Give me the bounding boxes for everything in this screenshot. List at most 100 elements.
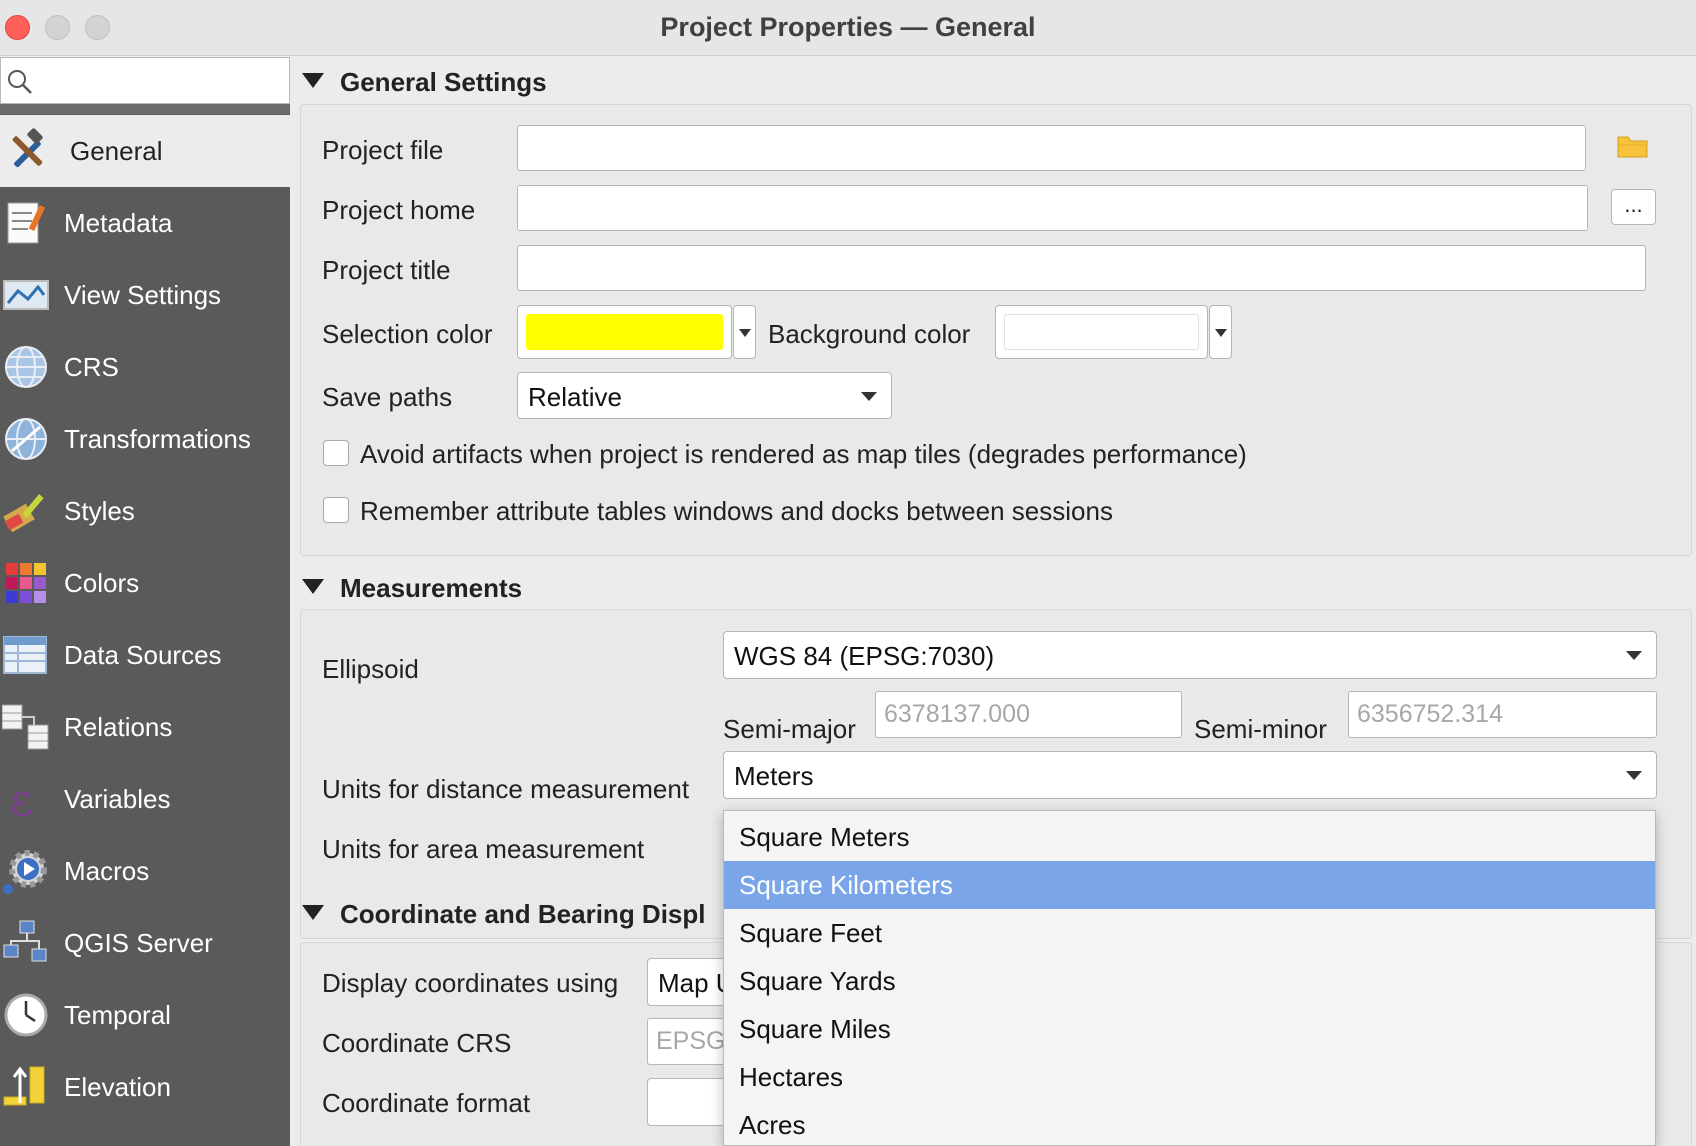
table-icon (3, 636, 47, 674)
paint-brush-icon (3, 494, 44, 533)
area-units-dropdown-list: Square Meters Square Kilometers Square F… (723, 810, 1656, 1146)
relations-icon (2, 704, 49, 750)
ellipsoid-label: Ellipsoid (322, 654, 419, 684)
search-icon (8, 70, 32, 94)
sidebar-item-styles[interactable]: Styles (0, 475, 290, 547)
search-separator (0, 104, 290, 114)
project-file-label: Project file (322, 135, 444, 165)
background-color-button[interactable] (995, 305, 1208, 359)
semi-major-field[interactable]: 6378137.000 (875, 691, 1182, 738)
semi-minor-field[interactable]: 6356752.314 (1348, 691, 1657, 738)
color-grid-icon (6, 563, 46, 603)
elevation-icon (3, 1066, 45, 1106)
sidebar-item-crs[interactable]: CRS (0, 331, 290, 403)
epsilon-icon: ε (10, 775, 33, 823)
collapse-triangle-icon (302, 73, 324, 88)
remember-tables-checkbox[interactable] (323, 497, 349, 523)
coordinate-crs-label: Coordinate CRS (322, 1028, 512, 1058)
area-unit-option-square-feet[interactable]: Square Feet (724, 909, 1655, 957)
coordinate-format-label: Coordinate format (322, 1088, 531, 1118)
collapse-triangle-icon (302, 579, 324, 594)
title-bar: Project Properties — General (0, 0, 1696, 56)
semi-major-label: Semi-major (723, 714, 856, 744)
project-home-label: Project home (322, 195, 476, 225)
selection-color-button[interactable] (517, 305, 732, 359)
sidebar-item-label: Variables (64, 784, 171, 814)
sidebar-item-label: CRS (64, 352, 119, 382)
area-unit-option-square-kilometers[interactable]: Square Kilometers (724, 861, 1655, 909)
sidebar-item-label: QGIS Server (64, 928, 213, 958)
chevron-down-icon (739, 329, 751, 337)
area-unit-option-hectares[interactable]: Hectares (724, 1053, 1655, 1101)
map-view-icon (3, 280, 49, 310)
gear-play-icon (3, 850, 47, 894)
chevron-down-icon (861, 392, 877, 401)
project-home-field[interactable] (517, 185, 1588, 231)
project-file-field[interactable] (517, 125, 1586, 171)
ellipsoid-select[interactable]: WGS 84 (EPSG:7030) (723, 631, 1657, 679)
sidebar-item-label: Transformations (64, 424, 251, 454)
area-unit-option-square-meters[interactable]: Square Meters (724, 813, 1655, 861)
coordinate-display-header[interactable]: Coordinate and Bearing Displ (302, 899, 706, 930)
svg-text:ε: ε (10, 775, 33, 823)
folder-icon[interactable] (1617, 133, 1649, 159)
sidebar-item-label: Temporal (64, 1000, 171, 1030)
sidebar: General Metadata View Settings CRS Trans… (0, 57, 290, 1146)
sidebar-item-data-sources[interactable]: Data Sources (0, 619, 290, 691)
background-color-label: Background color (768, 319, 971, 349)
browse-button[interactable]: ... (1611, 189, 1656, 225)
chevron-down-icon (1626, 651, 1642, 660)
sidebar-item-metadata[interactable]: Metadata (0, 187, 290, 259)
sidebar-item-label: Metadata (64, 208, 173, 238)
distance-units-label: Units for distance measurement (322, 774, 690, 804)
sidebar-item-macros[interactable]: Macros (0, 835, 290, 907)
sidebar-item-label: Data Sources (64, 640, 222, 670)
selection-color-dropdown[interactable] (733, 305, 756, 359)
background-color-swatch (1004, 314, 1199, 350)
area-unit-option-acres[interactable]: Acres (724, 1101, 1655, 1146)
sidebar-item-label: Elevation (64, 1072, 171, 1102)
sidebar-item-label: General (70, 136, 163, 166)
selection-color-label: Selection color (322, 319, 493, 349)
selection-color-swatch (526, 314, 723, 350)
area-unit-option-square-miles[interactable]: Square Miles (724, 1005, 1655, 1053)
sidebar-item-label: Styles (64, 496, 135, 526)
sidebar-item-general[interactable]: General (0, 115, 290, 187)
window-title: Project Properties — General (660, 12, 1036, 42)
avoid-artifacts-label: Avoid artifacts when project is rendered… (360, 439, 1247, 469)
general-settings-header[interactable]: General Settings (302, 67, 547, 98)
sidebar-item-qgis-server[interactable]: QGIS Server (0, 907, 290, 979)
globe-transform-icon (5, 418, 47, 460)
hammer-wrench-icon (12, 128, 43, 168)
sidebar-item-colors[interactable]: Colors (0, 547, 290, 619)
globe-icon (5, 346, 47, 388)
collapse-triangle-icon (302, 905, 324, 920)
sidebar-item-elevation[interactable]: Elevation (0, 1051, 290, 1123)
avoid-artifacts-checkbox[interactable] (323, 440, 349, 466)
sidebar-item-label: Colors (64, 568, 140, 598)
clock-icon (4, 993, 48, 1037)
sidebar-item-view-settings[interactable]: View Settings (0, 259, 290, 331)
sidebar-item-relations[interactable]: Relations (0, 691, 290, 763)
sidebar-search (0, 57, 290, 104)
sidebar-item-label: View Settings (64, 280, 222, 310)
document-pencil-icon (7, 202, 46, 244)
project-title-field[interactable] (517, 245, 1646, 291)
sidebar-item-label: Macros (64, 856, 150, 886)
save-paths-select[interactable]: Relative (517, 372, 892, 419)
project-title-label: Project title (322, 255, 451, 285)
area-units-label: Units for area measurement (322, 834, 645, 864)
sidebar-item-variables[interactable]: ε Variables (0, 763, 290, 835)
server-network-icon (3, 920, 47, 962)
sidebar-item-label: Relations (64, 712, 173, 742)
background-color-dropdown[interactable] (1209, 305, 1232, 359)
measurements-header[interactable]: Measurements (302, 573, 522, 604)
remember-tables-label: Remember attribute tables windows and do… (360, 496, 1113, 526)
sidebar-item-temporal[interactable]: Temporal (0, 979, 290, 1051)
area-unit-option-square-yards[interactable]: Square Yards (724, 957, 1655, 1005)
project-properties-window: Project Properties — General General Met… (0, 0, 1696, 1146)
distance-units-select[interactable]: Meters (723, 751, 1657, 799)
search-input[interactable] (41, 64, 281, 98)
sidebar-item-transformations[interactable]: Transformations (0, 403, 290, 475)
semi-minor-label: Semi-minor (1194, 714, 1327, 744)
